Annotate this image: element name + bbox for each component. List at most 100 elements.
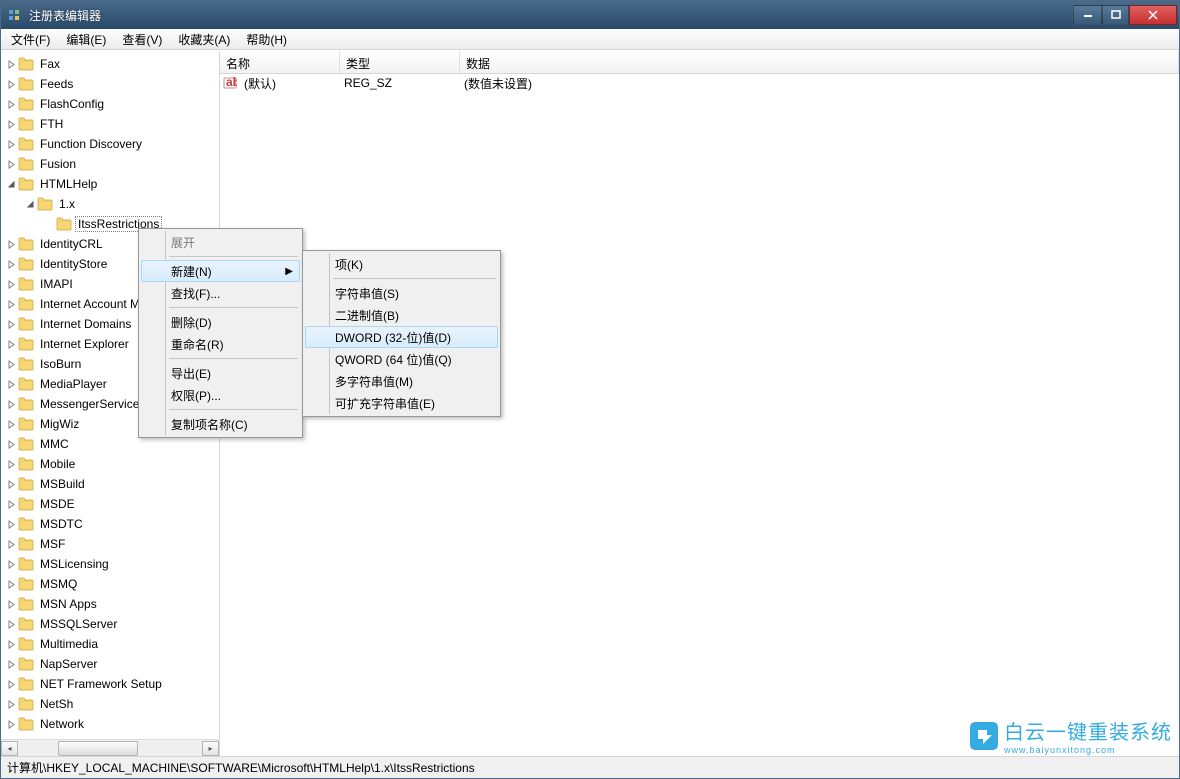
- tree-node[interactable]: Function Discovery: [1, 134, 219, 154]
- menu-item[interactable]: 多字符串值(M): [305, 370, 498, 392]
- col-type[interactable]: 类型: [340, 51, 460, 73]
- chevron-right-icon[interactable]: [5, 720, 18, 729]
- menu-item[interactable]: 新建(N)▶: [141, 260, 300, 282]
- chevron-right-icon[interactable]: [5, 500, 18, 509]
- menu-view[interactable]: 查看(V): [114, 29, 170, 49]
- tree-node[interactable]: NET Framework Setup: [1, 674, 219, 694]
- chevron-right-icon[interactable]: [5, 60, 18, 69]
- tree-node[interactable]: Fusion: [1, 154, 219, 174]
- chevron-right-icon[interactable]: [5, 340, 18, 349]
- chevron-right-icon[interactable]: [5, 580, 18, 589]
- chevron-right-icon[interactable]: [5, 400, 18, 409]
- minimize-button[interactable]: [1073, 5, 1102, 25]
- window-title: 注册表编辑器: [29, 7, 1073, 24]
- tree-node-label: Network: [37, 716, 87, 732]
- tree-node[interactable]: MSN Apps: [1, 594, 219, 614]
- close-button[interactable]: [1129, 5, 1177, 25]
- chevron-down-icon[interactable]: [5, 180, 18, 189]
- menu-item[interactable]: 导出(E): [141, 362, 300, 384]
- tree-node[interactable]: FTH: [1, 114, 219, 134]
- menu-file[interactable]: 文件(F): [3, 29, 58, 49]
- tree-node[interactable]: MSF: [1, 534, 219, 554]
- tree-node[interactable]: 1.x: [1, 194, 219, 214]
- tree-node[interactable]: FlashConfig: [1, 94, 219, 114]
- chevron-right-icon[interactable]: [5, 460, 18, 469]
- tree-node[interactable]: Network: [1, 714, 219, 734]
- chevron-right-icon[interactable]: [5, 620, 18, 629]
- tree-node[interactable]: Feeds: [1, 74, 219, 94]
- scroll-right-button[interactable]: ▸: [202, 741, 219, 756]
- chevron-right-icon[interactable]: [5, 440, 18, 449]
- chevron-right-icon[interactable]: [5, 300, 18, 309]
- chevron-right-icon[interactable]: [5, 120, 18, 129]
- tree-node-label: Function Discovery: [37, 136, 145, 152]
- chevron-right-icon[interactable]: [5, 160, 18, 169]
- scroll-left-button[interactable]: ◂: [1, 741, 18, 756]
- chevron-right-icon[interactable]: [5, 660, 18, 669]
- tree-node-label: MSN Apps: [37, 596, 100, 612]
- chevron-right-icon[interactable]: [5, 540, 18, 549]
- folder-icon: [18, 657, 34, 671]
- chevron-right-icon[interactable]: [5, 520, 18, 529]
- menu-item[interactable]: 删除(D): [141, 311, 300, 333]
- tree-node[interactable]: MSBuild: [1, 474, 219, 494]
- tree-node[interactable]: NapServer: [1, 654, 219, 674]
- col-data[interactable]: 数据: [460, 51, 1179, 73]
- chevron-right-icon[interactable]: [5, 560, 18, 569]
- menu-item[interactable]: 复制项名称(C): [141, 413, 300, 435]
- chevron-right-icon[interactable]: [5, 380, 18, 389]
- menu-item[interactable]: 重命名(R): [141, 333, 300, 355]
- tree-hscrollbar[interactable]: ◂ ▸: [1, 739, 219, 756]
- scroll-thumb[interactable]: [58, 741, 138, 756]
- chevron-right-icon[interactable]: [5, 80, 18, 89]
- titlebar[interactable]: 注册表编辑器: [1, 1, 1179, 29]
- chevron-right-icon[interactable]: [5, 360, 18, 369]
- menu-item[interactable]: 查找(F)...: [141, 282, 300, 304]
- list-header[interactable]: 名称 类型 数据: [220, 51, 1179, 74]
- menu-item[interactable]: DWORD (32-位)值(D): [305, 326, 498, 348]
- menu-item[interactable]: 二进制值(B): [305, 304, 498, 326]
- chevron-right-icon[interactable]: [5, 100, 18, 109]
- menu-item[interactable]: QWORD (64 位)值(Q): [305, 348, 498, 370]
- chevron-right-icon[interactable]: [5, 420, 18, 429]
- chevron-down-icon[interactable]: [24, 200, 37, 209]
- submenu-new[interactable]: 项(K) 字符串值(S)二进制值(B)DWORD (32-位)值(D)QWORD …: [302, 250, 501, 417]
- list-row[interactable]: ab (默认) REG_SZ (数值未设置): [220, 74, 1179, 92]
- folder-icon: [18, 397, 34, 411]
- tree-node[interactable]: MSLicensing: [1, 554, 219, 574]
- chevron-right-icon[interactable]: [5, 480, 18, 489]
- tree-node[interactable]: Fax: [1, 54, 219, 74]
- chevron-right-icon[interactable]: [5, 700, 18, 709]
- chevron-right-icon[interactable]: [5, 320, 18, 329]
- menu-edit[interactable]: 编辑(E): [58, 29, 114, 49]
- tree-node[interactable]: NetSh: [1, 694, 219, 714]
- chevron-right-icon[interactable]: [5, 600, 18, 609]
- tree-node-label: MSSQLServer: [37, 616, 120, 632]
- menu-item[interactable]: 项(K): [305, 253, 498, 275]
- string-value-icon: ab: [222, 75, 238, 91]
- maximize-button[interactable]: [1102, 5, 1129, 25]
- svg-text:ab: ab: [226, 76, 237, 89]
- folder-icon: [18, 317, 34, 331]
- tree-node[interactable]: MSSQLServer: [1, 614, 219, 634]
- tree-node[interactable]: Multimedia: [1, 634, 219, 654]
- folder-icon: [56, 217, 72, 231]
- chevron-right-icon[interactable]: [5, 640, 18, 649]
- menu-help[interactable]: 帮助(H): [238, 29, 295, 49]
- col-name[interactable]: 名称: [220, 51, 340, 73]
- tree-node[interactable]: MSDTC: [1, 514, 219, 534]
- context-menu[interactable]: 展开新建(N)▶查找(F)...删除(D)重命名(R)导出(E)权限(P)...…: [138, 228, 303, 438]
- tree-node[interactable]: MSMQ: [1, 574, 219, 594]
- menu-item[interactable]: 权限(P)...: [141, 384, 300, 406]
- tree-node[interactable]: MSDE: [1, 494, 219, 514]
- chevron-right-icon[interactable]: [5, 260, 18, 269]
- chevron-right-icon[interactable]: [5, 140, 18, 149]
- chevron-right-icon[interactable]: [5, 240, 18, 249]
- chevron-right-icon[interactable]: [5, 680, 18, 689]
- menu-item[interactable]: 字符串值(S): [305, 282, 498, 304]
- menu-item[interactable]: 可扩充字符串值(E): [305, 392, 498, 414]
- tree-node[interactable]: Mobile: [1, 454, 219, 474]
- menu-favorites[interactable]: 收藏夹(A): [170, 29, 238, 49]
- chevron-right-icon[interactable]: [5, 280, 18, 289]
- tree-node[interactable]: HTMLHelp: [1, 174, 219, 194]
